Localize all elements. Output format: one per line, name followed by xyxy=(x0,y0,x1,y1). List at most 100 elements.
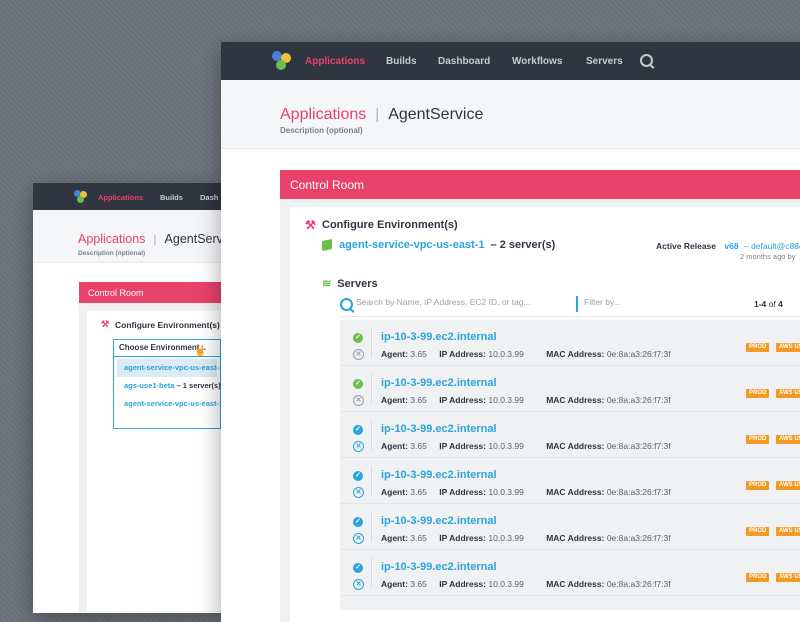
back-description: Description (optional) xyxy=(78,250,146,257)
nav-builds[interactable]: Builds xyxy=(386,56,417,67)
tag-badge[interactable]: PROD xyxy=(746,527,770,536)
status-check-icon: ✓ xyxy=(353,517,363,527)
agent-label: Agent: xyxy=(381,441,408,451)
back-configure-label: Configure Environment(s) xyxy=(115,320,220,330)
server-row[interactable]: ✓ ✕ ip-10-3-99.ec2.internal Agent: 3.65 … xyxy=(340,550,800,596)
tag-badge[interactable]: AWS US xyxy=(776,573,800,582)
page-title: Applications | AgentService xyxy=(280,106,483,124)
back-control-room-title: Control Room xyxy=(88,287,144,298)
remove-server-icon[interactable]: ✕ xyxy=(353,579,364,590)
app-logo-icon xyxy=(74,190,88,203)
mac-label: MAC Address: xyxy=(546,395,605,405)
remove-server-icon[interactable]: ✕ xyxy=(353,487,364,498)
agent-version: 3.65 xyxy=(410,441,427,451)
server-search-input[interactable] xyxy=(356,297,568,307)
nav-dashboard[interactable]: Dashboard xyxy=(438,56,490,67)
ip-address: 10.0.3.99 xyxy=(488,579,524,589)
dropdown-option[interactable]: agent-service-vpc-us-east-1 xyxy=(117,359,223,377)
environment-cube-icon xyxy=(322,239,332,251)
back-nav-dashboard[interactable]: Dash xyxy=(200,193,218,202)
back-nav-applications[interactable]: Applications xyxy=(98,193,143,202)
remove-server-icon[interactable]: ✕ xyxy=(353,395,364,406)
nav-servers[interactable]: Servers xyxy=(586,56,623,67)
back-page-title: Applications | AgentServ xyxy=(78,232,221,246)
ip-address: 10.0.3.99 xyxy=(488,487,524,497)
server-hostname-link[interactable]: ip-10-3-99.ec2.internal xyxy=(381,469,497,481)
environment-dropdown[interactable]: Choose Environment... ☝ agent-service-vp… xyxy=(113,339,223,429)
server-row[interactable]: ✓ ✕ ip-10-3-99.ec2.internal Agent: 3.65 … xyxy=(340,412,800,458)
server-list: ✓ ✕ ip-10-3-99.ec2.internal Agent: 3.65 … xyxy=(340,320,800,610)
server-meta: Agent: 3.65 IP Address: 10.0.3.99 MAC Ad… xyxy=(381,579,671,589)
status-check-icon: ✓ xyxy=(353,333,363,343)
release-version-link[interactable]: v68 xyxy=(724,241,738,251)
dropdown-option-name: ags-use1-beta xyxy=(124,381,175,390)
tag-badge[interactable]: AWS US xyxy=(776,389,800,398)
server-hostname-link[interactable]: ip-10-3-99.ec2.internal xyxy=(381,377,497,389)
tag-badge[interactable]: PROD xyxy=(746,435,770,444)
nav-workflows[interactable]: Workflows xyxy=(512,56,562,67)
back-control-room-panel: Control Room xyxy=(79,282,221,612)
tag-badge[interactable]: AWS US xyxy=(776,527,800,536)
mac-address: 0e:8a:a3:26:f7:3f xyxy=(606,349,671,359)
pointer-cursor-icon: ☝ xyxy=(194,346,207,357)
row-divider xyxy=(371,328,372,358)
server-row[interactable]: ✓ ✕ ip-10-3-99.ec2.internal Agent: 3.65 … xyxy=(340,458,800,504)
server-hostname-link[interactable]: ip-10-3-99.ec2.internal xyxy=(381,423,497,435)
pager-total: 4 xyxy=(778,299,783,309)
agent-label: Agent: xyxy=(381,349,408,359)
back-nav-builds[interactable]: Builds xyxy=(160,193,183,202)
tag-badge[interactable]: AWS US xyxy=(776,435,800,444)
ip-label: IP Address: xyxy=(439,487,486,497)
ip-address: 10.0.3.99 xyxy=(488,441,524,451)
server-hostname-link[interactable]: ip-10-3-99.ec2.internal xyxy=(381,515,497,527)
tag-badge[interactable]: PROD xyxy=(746,343,770,352)
server-row[interactable]: ✓ ✕ ip-10-3-99.ec2.internal Agent: 3.65 … xyxy=(340,504,800,550)
dropdown-option-name: agent-service-vpc-us-east-1 xyxy=(124,363,224,372)
environment-row: agent-service-vpc-us-east-1 – 2 server(s… xyxy=(322,239,555,251)
agent-label: Agent: xyxy=(381,487,408,497)
tag-badge[interactable]: AWS US xyxy=(776,343,800,352)
status-check-icon: ✓ xyxy=(353,379,363,389)
tag-badge[interactable]: PROD xyxy=(746,481,770,490)
search-icon xyxy=(340,298,353,311)
back-breadcrumb-separator: | xyxy=(153,232,157,246)
server-row[interactable]: ✓ ✕ ip-10-3-99.ec2.internal Agent: 3.65 … xyxy=(340,366,800,412)
mac-address: 0e:8a:a3:26:f7:3f xyxy=(606,487,671,497)
back-breadcrumb-applications[interactable]: Applications xyxy=(78,232,145,246)
remove-server-icon[interactable]: ✕ xyxy=(353,349,364,360)
nav-bar: Applications Builds Dashboard Workflows … xyxy=(221,42,800,80)
active-release-label: Active Release xyxy=(656,241,717,251)
server-hostname-link[interactable]: ip-10-3-99.ec2.internal xyxy=(381,561,497,573)
ip-label: IP Address: xyxy=(439,395,486,405)
layers-icon: ≋ xyxy=(322,278,332,290)
tag-badge[interactable]: PROD xyxy=(746,573,770,582)
agent-version: 3.65 xyxy=(410,579,427,589)
dropdown-option[interactable]: ags-use1-beta – 1 server(s) xyxy=(117,377,221,395)
agent-version: 3.65 xyxy=(410,395,427,405)
mac-label: MAC Address: xyxy=(546,533,605,543)
tag-badge[interactable]: PROD xyxy=(746,389,770,398)
server-hostname-link[interactable]: ip-10-3-99.ec2.internal xyxy=(381,331,497,343)
agent-version: 3.65 xyxy=(410,487,427,497)
control-room-header: Control Room xyxy=(280,170,800,199)
release-commit-link[interactable]: – default@c884e xyxy=(744,241,800,251)
mac-address: 0e:8a:a3:26:f7:3f xyxy=(606,579,671,589)
agent-label: Agent: xyxy=(381,395,408,405)
environment-dropdown-field[interactable]: Choose Environment... ☝ xyxy=(114,340,220,357)
server-row[interactable]: ✓ ✕ ip-10-3-99.ec2.internal Agent: 3.65 … xyxy=(340,320,800,366)
remove-server-icon[interactable]: ✕ xyxy=(353,441,364,452)
remove-server-icon[interactable]: ✕ xyxy=(353,533,364,544)
nav-applications[interactable]: Applications xyxy=(305,56,365,67)
environment-link[interactable]: agent-service-vpc-us-east-1 xyxy=(339,239,485,251)
nav-search-icon-handle xyxy=(649,64,655,69)
dropdown-option-suffix: – 1 server(s) xyxy=(174,381,221,390)
active-release: Active Release v68 – default@c884e xyxy=(656,241,800,251)
search-divider xyxy=(576,296,578,312)
ip-address: 10.0.3.99 xyxy=(488,395,524,405)
breadcrumb-applications[interactable]: Applications xyxy=(280,106,366,124)
tag-badge[interactable]: AWS US xyxy=(776,481,800,490)
filter-input[interactable] xyxy=(584,297,714,307)
description: Description (optional) xyxy=(280,126,363,135)
title-band: Applications | AgentService Description … xyxy=(221,80,800,149)
dropdown-option[interactable]: agent-service-vpc-us-east-1 xyxy=(117,395,223,413)
